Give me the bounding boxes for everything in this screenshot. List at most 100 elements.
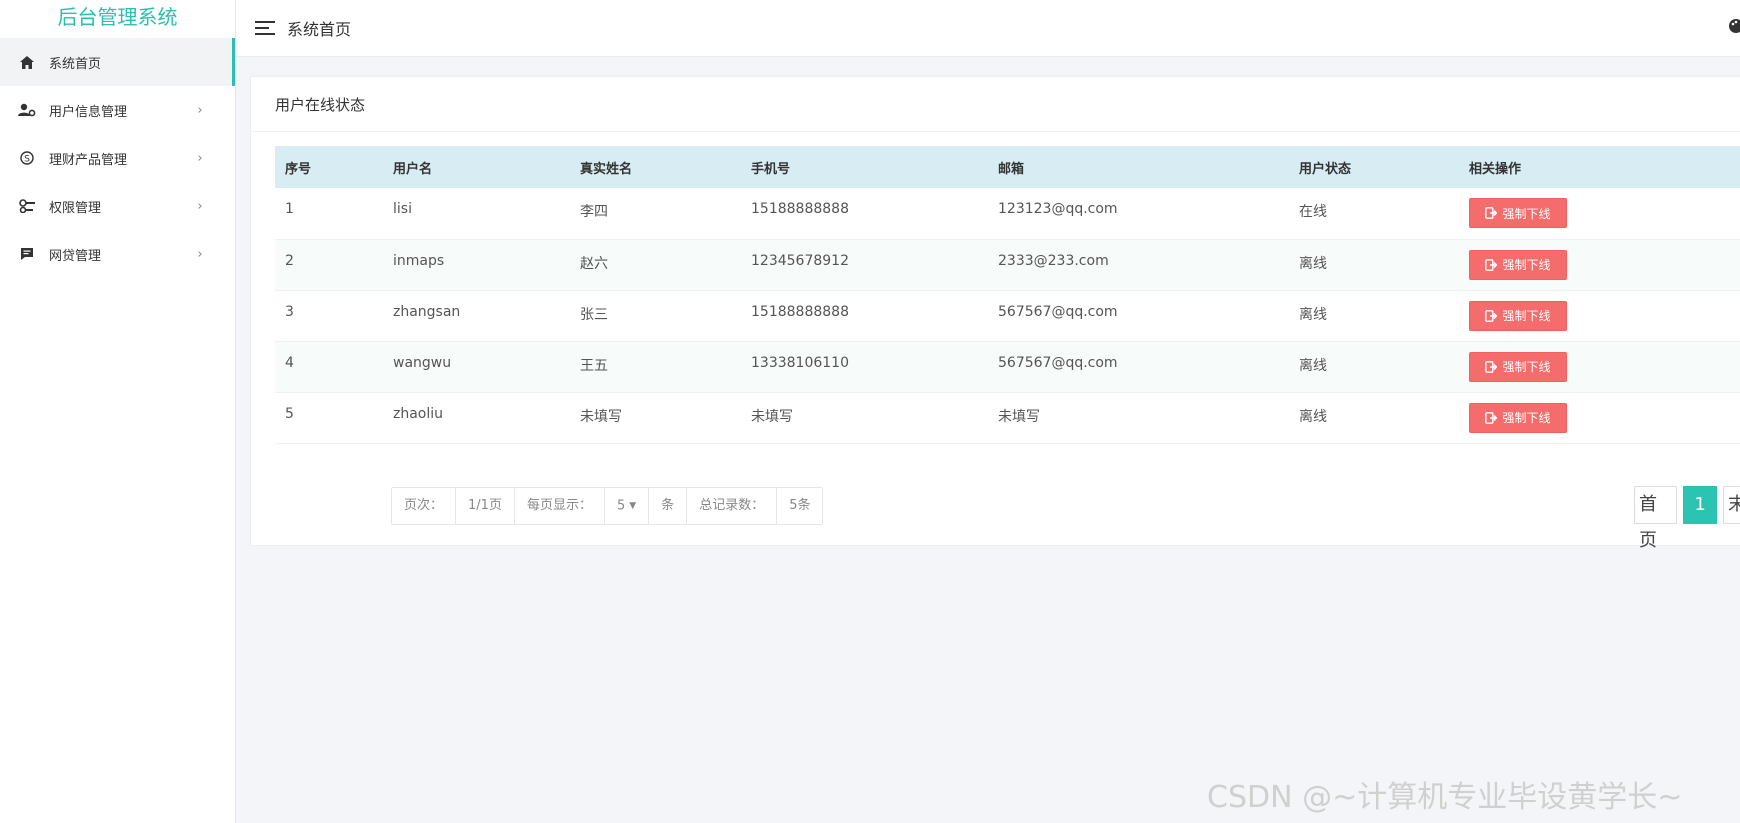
cell-status: 在线 [1299,204,1327,220]
sidebar-item-label: 网贷管理 [49,248,102,264]
last-page-button[interactable]: 末 [1723,486,1740,524]
sidebar-item-finance[interactable]: S 理财产品管理 › [0,134,235,182]
force-offline-label: 强制下线 [1502,258,1551,272]
cell-phone: 13338106110 [751,354,849,371]
cell-realname: 王五 [580,357,608,374]
cell-email: 2333@233.com [998,252,1109,269]
cell-username: lisi [393,201,412,217]
force-offline-label: 强制下线 [1502,206,1551,221]
cell-realname: 未填写 [580,408,622,425]
force-offline-button[interactable]: 强制下线 [1469,300,1567,331]
current-page-button[interactable]: 1 [1683,486,1717,524]
page-label: 页次： [392,488,457,524]
logout-icon [1485,309,1498,322]
force-offline-button[interactable]: 强制下线 [1469,402,1567,433]
user-table: 序号 用户名 真实姓名 手机号 邮箱 用户状态 相关操作 1 lisi 李四 1… [275,146,1740,444]
force-offline-label: 强制下线 [1502,360,1551,374]
cell-realname: 赵六 [580,255,608,272]
column-header: 相关操作 [1469,161,1522,177]
sidebar-item-label: 系统首页 [49,56,102,72]
cell-realname: 李四 [580,204,608,220]
user-gear-icon [18,101,36,119]
cell-status: 离线 [1299,357,1327,374]
table-header-row: 序号 用户名 真实姓名 手机号 邮箱 用户状态 相关操作 [275,146,1740,188]
cell-phone: 未填写 [751,408,793,425]
force-offline-button[interactable]: 强制下线 [1469,198,1567,228]
sidebar-item-home[interactable]: 系统首页 [0,38,235,86]
sidebar-item-label: 用户信息管理 [49,104,128,120]
palette-icon[interactable] [1728,18,1740,34]
sidebar-item-user-info[interactable]: 用户信息管理 › [0,86,235,134]
column-header: 序号 [285,161,312,177]
cell-email: 567567@qq.com [998,354,1118,371]
pagination-nav: 首页 1 末 [1634,486,1740,551]
cell-action: 强制下线 [1459,392,1740,443]
cell-action: 强制下线 [1459,341,1740,392]
pagination-info: 页次： 1/1页 每页显示： 5 ▼ 条 总记录数： 5条 [391,487,824,525]
column-header: 邮箱 [998,161,1025,177]
cell-no: 1 [285,201,294,217]
key-icon [18,197,36,215]
cell-no: 2 [285,252,294,269]
watermark: CSDN @~计算机专业毕设黄学长~ [1207,780,1683,815]
first-page-button[interactable]: 首页 [1634,486,1678,551]
svg-text:S: S [24,155,30,165]
table-row: 4 wangwu 王五 13338106110 567567@qq.com 离线… [275,341,1740,392]
cell-action: 强制下线 [1459,290,1740,341]
cell-email: 未填写 [998,408,1040,425]
total-value: 5条 [789,498,811,513]
per-page-unit: 条 [649,488,688,524]
table-row: 5 zhaoliu 未填写 未填写 未填写 离线 强制下线 [275,392,1740,443]
cell-status: 离线 [1299,408,1327,425]
logout-icon [1485,207,1498,219]
card-title: 用户在线状态 [251,77,1740,132]
logout-icon [1485,360,1498,373]
table-row: 1 lisi 李四 15188888888 123123@qq.com 在线 强… [275,188,1740,239]
sidebar-item-loan[interactable]: 网贷管理 › [0,230,235,278]
cell-email: 567567@qq.com [998,303,1118,320]
cell-status: 离线 [1299,306,1327,323]
sidebar-item-permission[interactable]: 权限管理 › [0,182,235,230]
cell-status: 离线 [1299,255,1327,272]
per-page-label: 每页显示： [515,488,605,524]
message-icon [18,245,36,263]
chevron-right-icon: › [197,102,203,118]
logout-icon [1485,258,1498,271]
column-header: 用户名 [393,161,433,177]
cell-username: inmaps [393,252,445,269]
cell-no: 4 [285,354,294,371]
table-row: 3 zhangsan 张三 15188888888 567567@qq.com … [275,290,1740,341]
cell-phone: 15188888888 [751,303,849,320]
force-offline-button[interactable]: 强制下线 [1469,351,1567,382]
caret-down-icon: ▼ [629,501,637,511]
column-header: 用户状态 [1299,161,1352,177]
cell-action: 强制下线 [1459,239,1740,290]
cell-email: 123123@qq.com [998,201,1118,217]
table-row: 2 inmaps 赵六 12345678912 2333@233.com 离线 … [275,239,1740,290]
chevron-right-icon: › [197,150,203,166]
chevron-right-icon: › [197,246,203,262]
cell-no: 3 [285,303,294,320]
cell-username: wangwu [393,354,452,371]
per-page-select[interactable]: 5 ▼ [605,488,650,524]
home-icon [18,53,36,71]
cell-phone: 15188888888 [751,201,849,217]
logout-icon [1485,411,1498,424]
cell-action: 强制下线 [1459,188,1740,239]
column-header: 真实姓名 [580,161,633,177]
cell-realname: 张三 [580,306,608,323]
sidebar: 后台管理系统 系统首页 用户信息管理 › S 理财产品管理 › 权限管理 › 网… [0,0,236,823]
force-offline-label: 强制下线 [1502,411,1551,425]
chevron-right-icon: › [197,198,203,214]
cell-username: zhangsan [393,303,461,320]
page-title: 系统首页 [287,20,352,39]
sidebar-item-label: 权限管理 [49,200,102,216]
menu-icon[interactable] [253,16,277,40]
per-page-value: 5 [616,498,626,514]
force-offline-button[interactable]: 强制下线 [1469,249,1567,280]
brand-title: 后台管理系统 [57,5,178,29]
force-offline-label: 强制下线 [1502,309,1551,323]
coin-icon: S [18,149,36,167]
sidebar-item-label: 理财产品管理 [49,152,128,168]
total-label: 总记录数： [687,488,778,524]
